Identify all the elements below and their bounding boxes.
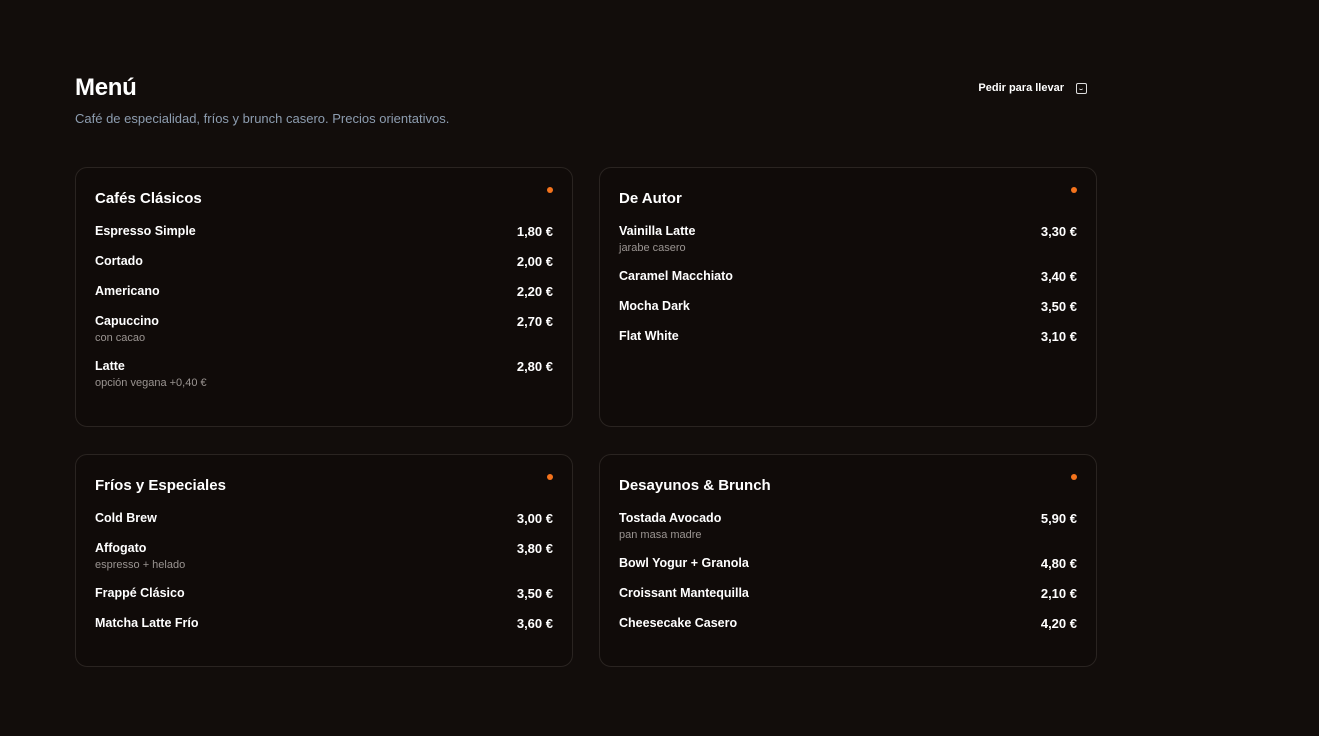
section-title: Cafés Clásicos xyxy=(95,190,202,207)
accent-dot-icon xyxy=(1071,187,1077,193)
item-note: opción vegana +0,40 € xyxy=(95,377,207,389)
page-title: Menú xyxy=(75,74,137,101)
menu-item: Flat White 3,10 € xyxy=(619,329,1077,344)
order-takeaway-label: Pedir para llevar xyxy=(978,82,1064,94)
accent-dot-icon xyxy=(547,474,553,480)
item-note: jarabe casero xyxy=(619,242,686,254)
item-name: Vainilla Latte xyxy=(619,224,696,238)
menu-item: Matcha Latte Frío 3,60 € xyxy=(95,616,553,631)
section-title: De Autor xyxy=(619,190,682,207)
item-price: 3,30 € xyxy=(1040,224,1077,239)
item-name: Croissant Mantequilla xyxy=(619,586,749,600)
menu-section-card: De Autor Vainilla Latte jarabe casero 3,… xyxy=(599,167,1097,427)
item-price: 2,70 € xyxy=(516,314,553,329)
item-name: Matcha Latte Frío xyxy=(95,616,199,630)
item-name: Cold Brew xyxy=(95,511,157,525)
menu-item: Espresso Simple 1,80 € xyxy=(95,224,553,239)
page-header: Menú Café de especialidad, fríos y brunc… xyxy=(75,74,1097,126)
menu-item: Cortado 2,00 € xyxy=(95,254,553,269)
item-price: 2,20 € xyxy=(516,284,553,299)
item-name: Cheesecake Casero xyxy=(619,616,738,630)
menu-item: Capuccino con cacao 2,70 € xyxy=(95,314,553,344)
item-name: Caramel Macchiato xyxy=(619,269,733,283)
menu-item: Latte opción vegana +0,40 € 2,80 € xyxy=(95,359,553,389)
menu-item: Affogato espresso + helado 3,80 € xyxy=(95,541,553,571)
menu-grid: Cafés Clásicos Espresso Simple 1,80 € Co… xyxy=(75,167,1097,667)
item-price: 3,50 € xyxy=(516,586,553,601)
item-price: 3,00 € xyxy=(516,511,553,526)
order-takeaway-button[interactable]: Pedir para llevar xyxy=(978,82,1087,94)
shopping-bag-icon xyxy=(1076,82,1087,94)
item-price: 2,10 € xyxy=(1040,586,1077,601)
item-price: 3,50 € xyxy=(1040,299,1077,314)
item-price: 3,10 € xyxy=(1040,329,1077,344)
menu-item: Croissant Mantequilla 2,10 € xyxy=(619,586,1077,601)
item-name: Latte xyxy=(95,359,125,373)
item-price: 4,20 € xyxy=(1040,616,1077,631)
page-subtitle: Café de especialidad, fríos y brunch cas… xyxy=(75,111,450,126)
menu-item: Caramel Macchiato 3,40 € xyxy=(619,269,1077,284)
menu-item: Frappé Clásico 3,50 € xyxy=(95,586,553,601)
menu-item: Mocha Dark 3,50 € xyxy=(619,299,1077,314)
menu-item: Tostada Avocado pan masa madre 5,90 € xyxy=(619,511,1077,541)
item-price: 2,00 € xyxy=(516,254,553,269)
section-title: Fríos y Especiales xyxy=(95,477,226,494)
menu-item: Bowl Yogur + Granola 4,80 € xyxy=(619,556,1077,571)
item-name: Capuccino xyxy=(95,314,159,328)
item-name: Affogato xyxy=(95,541,147,555)
menu-section-card: Desayunos & Brunch Tostada Avocado pan m… xyxy=(599,454,1097,667)
section-title: Desayunos & Brunch xyxy=(619,477,771,494)
item-price: 5,90 € xyxy=(1040,511,1077,526)
menu-item: Vainilla Latte jarabe casero 3,30 € xyxy=(619,224,1077,254)
item-name: Americano xyxy=(95,284,160,298)
item-price: 2,80 € xyxy=(516,359,553,374)
item-name: Tostada Avocado xyxy=(619,511,722,525)
item-price: 4,80 € xyxy=(1040,556,1077,571)
menu-item: Cheesecake Casero 4,20 € xyxy=(619,616,1077,631)
item-price: 3,80 € xyxy=(516,541,553,556)
item-name: Espresso Simple xyxy=(95,224,196,238)
accent-dot-icon xyxy=(547,187,553,193)
accent-dot-icon xyxy=(1071,474,1077,480)
item-name: Mocha Dark xyxy=(619,299,690,313)
item-name: Flat White xyxy=(619,329,679,343)
item-name: Frappé Clásico xyxy=(95,586,185,600)
item-price: 1,80 € xyxy=(516,224,553,239)
item-name: Cortado xyxy=(95,254,143,268)
menu-item: Americano 2,20 € xyxy=(95,284,553,299)
item-price: 3,40 € xyxy=(1040,269,1077,284)
item-note: con cacao xyxy=(95,332,146,344)
item-price: 3,60 € xyxy=(516,616,553,631)
menu-section-card: Cafés Clásicos Espresso Simple 1,80 € Co… xyxy=(75,167,573,427)
item-note: espresso + helado xyxy=(95,559,186,571)
item-note: pan masa madre xyxy=(619,529,702,541)
item-name: Bowl Yogur + Granola xyxy=(619,556,749,570)
menu-section-card: Fríos y Especiales Cold Brew 3,00 € Affo… xyxy=(75,454,573,667)
menu-item: Cold Brew 3,00 € xyxy=(95,511,553,526)
